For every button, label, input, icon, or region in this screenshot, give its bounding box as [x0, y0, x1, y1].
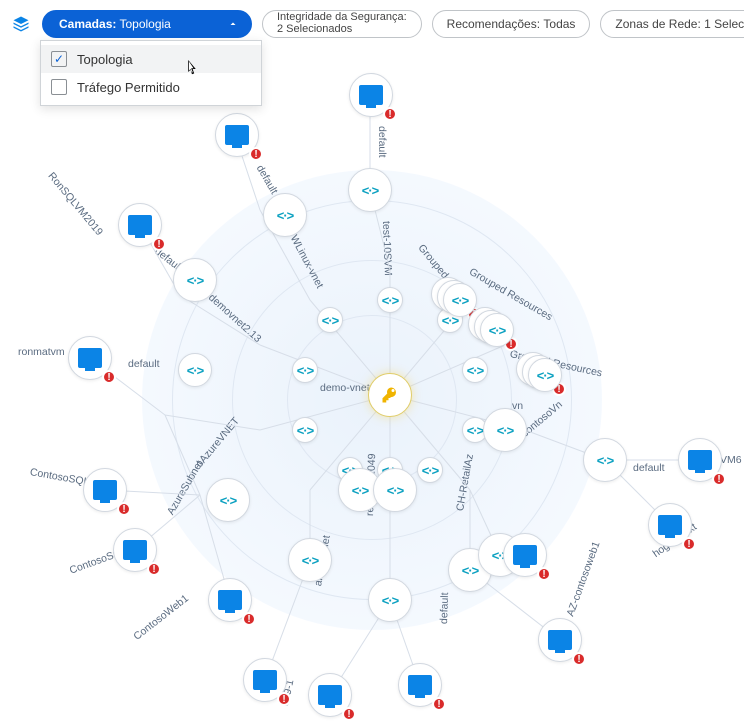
vnet-node[interactable]: <·> [317, 307, 343, 333]
vnet-node[interactable]: <·> [483, 408, 527, 452]
vnet-node[interactable]: <·> [173, 258, 217, 302]
alert-badge: ! [102, 370, 116, 384]
alert-badge: ! [383, 107, 397, 121]
vm-node[interactable]: ! [215, 113, 259, 157]
vm-node[interactable]: ! [308, 673, 352, 717]
vm-node[interactable]: ! [349, 73, 393, 117]
alert-badge: ! [342, 707, 356, 721]
vm-node[interactable]: ! [398, 663, 442, 707]
layers-dropdown-panel: ✓ Topologia Tráfego Permitido [40, 40, 262, 106]
vnet-icon: <·> [489, 323, 506, 338]
vnet-icon: <·> [537, 368, 554, 383]
vm-node[interactable]: ! [118, 203, 162, 247]
vnet-icon: <·> [452, 293, 469, 308]
vnet-icon: <·> [352, 483, 369, 498]
group-node[interactable]: <·> ! [480, 313, 514, 347]
alert-badge: ! [117, 502, 131, 516]
vnet-node[interactable]: <·> [417, 457, 443, 483]
vnet-icon: <·> [297, 363, 314, 378]
vnet-icon: <·> [322, 313, 339, 328]
vnet-icon: <·> [462, 563, 479, 578]
vnet-icon: <·> [382, 593, 399, 608]
vnet-node[interactable]: <·> [348, 168, 392, 212]
vm-node[interactable]: ! [678, 438, 722, 482]
dropdown-item-label: Tráfego Permitido [77, 80, 180, 95]
vm-node[interactable]: ! [113, 528, 157, 572]
alert-badge: ! [242, 612, 256, 626]
layers-dropdown-button[interactable]: Camadas: Topologia [42, 10, 252, 38]
alert-badge: ! [152, 237, 166, 251]
vnet-icon: <·> [422, 463, 439, 478]
recommendations-filter-pill[interactable]: Recomendações: Todas [432, 10, 591, 38]
vm-node[interactable]: ! [83, 468, 127, 512]
vnet-icon: <·> [187, 363, 204, 378]
vnet-node[interactable]: <·> [206, 478, 250, 522]
vnet-icon: <·> [297, 423, 314, 438]
integrity-filter-pill[interactable]: Integridade da Segurança: 2 Selecionados [262, 10, 422, 38]
group-node[interactable]: <·> ! [528, 358, 562, 392]
dropdown-item-topologia[interactable]: ✓ Topologia [41, 45, 261, 73]
vnet-node[interactable]: <·> [462, 357, 488, 383]
checkbox-unchecked-icon [51, 79, 67, 95]
vnet-node[interactable]: <·> [263, 193, 307, 237]
recs-label: Recomendações: [447, 17, 540, 31]
vm-node[interactable]: ! [648, 503, 692, 547]
vnet-node[interactable]: <·> [368, 578, 412, 622]
vm-node[interactable]: ! [243, 658, 287, 702]
vnet-icon: <·> [597, 453, 614, 468]
chevron-up-icon [227, 18, 239, 30]
vnet-node[interactable]: <·> [373, 468, 417, 512]
hub-key-node[interactable] [368, 373, 412, 417]
layers-label: Camadas: [59, 17, 116, 31]
vm-node-noerr[interactable]: ! [503, 533, 547, 577]
alert-badge: ! [712, 472, 726, 486]
vnet-icon: <·> [467, 423, 484, 438]
key-icon [381, 386, 399, 404]
vnet-node[interactable]: <·> [377, 287, 403, 313]
alert-badge: ! [432, 697, 446, 711]
zones-label: Zonas de Rede: [615, 17, 700, 31]
layers-value: Topologia [119, 17, 170, 31]
vnet-icon: <·> [220, 493, 237, 508]
vnet-icon: <·> [382, 293, 399, 308]
alert-badge: ! [147, 562, 161, 576]
vnet-icon: <·> [497, 423, 514, 438]
vm-node[interactable]: ! [68, 336, 112, 380]
vnet-icon: <·> [362, 183, 379, 198]
vnet-icon: <·> [387, 483, 404, 498]
filter-bar: Camadas: Topologia Integridade da Segura… [12, 10, 732, 38]
checkbox-checked-icon: ✓ [51, 51, 67, 67]
vm-node[interactable]: ! [538, 618, 582, 662]
dropdown-item-trafego[interactable]: Tráfego Permitido [41, 73, 261, 101]
integrity-value: 2 Selecionados [277, 24, 407, 36]
vnet-node[interactable]: <·> [288, 538, 332, 582]
alert-badge: ! [572, 652, 586, 666]
alert-badge: ! [277, 692, 291, 706]
vnet-icon: <·> [187, 273, 204, 288]
vnet-node[interactable]: <·> [292, 417, 318, 443]
zones-value: 1 Selecionada [704, 17, 744, 31]
vnet-node[interactable]: <·> [178, 353, 212, 387]
vnet-icon: <·> [467, 363, 484, 378]
vm-node[interactable]: ! [208, 578, 252, 622]
vnet-icon: <·> [277, 208, 294, 223]
recs-value: Todas [543, 17, 575, 31]
zones-filter-pill[interactable]: Zonas de Rede: 1 Selecionada [600, 10, 744, 38]
layers-icon [12, 15, 30, 33]
alert-badge: ! [537, 567, 551, 581]
alert-badge: ! [682, 537, 696, 551]
vnet-node[interactable]: <·> [292, 357, 318, 383]
dropdown-item-label: Topologia [77, 52, 133, 67]
vnet-icon: <·> [302, 553, 319, 568]
vnet-node[interactable]: <·> [583, 438, 627, 482]
alert-badge: ! [249, 147, 263, 161]
